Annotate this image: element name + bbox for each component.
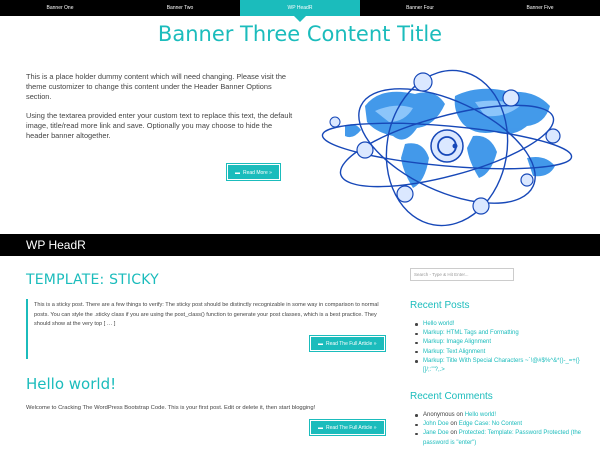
search-input[interactable]: Search - Type & Hit Enter... [410,268,514,281]
read-more-label: Read More » [243,170,272,176]
read-full-article-label: Read The Full Article » [326,341,377,347]
recent-post-link[interactable]: Markup: Image Alignment [423,339,491,345]
recent-posts-list: Hello world! Markup: HTML Tags and Forma… [414,320,590,375]
recent-posts-heading: Recent Posts [410,300,470,311]
read-more-button[interactable]: ▬ Read More » [227,164,280,180]
comment-post-link[interactable]: Edge Case: No Content [459,421,522,427]
tab-banner-two[interactable]: Banner Two [120,0,240,16]
folder-icon: ▬ [235,170,240,176]
read-full-article-button[interactable]: ▬ Read The Full Article » [310,420,385,435]
world-network-image [321,69,573,227]
recent-post-link[interactable]: Markup: Text Alignment [423,349,485,355]
tab-banner-one[interactable]: Banner One [0,0,120,16]
list-item: Anonymous on Hello world! [414,411,590,420]
recent-comments-list: Anonymous on Hello world! John Doe on Ed… [414,411,590,448]
comment-on: on [450,430,458,437]
site-title[interactable]: WP HeadR [0,234,600,256]
banner-text: This is a place holder dummy content whi… [26,72,296,150]
post-excerpt: Welcome to Cracking The WordPress Bootst… [26,405,316,411]
tab-wp-headr[interactable]: WP HeadR [240,0,360,22]
recent-post-link[interactable]: Hello world! [423,321,454,327]
recent-post-link[interactable]: Markup: Title With Special Characters ~`… [423,358,580,373]
list-item: John Doe on Edge Case: No Content [414,420,590,429]
post-title-hello-world[interactable]: Hello world! [26,375,116,393]
comment-author-link[interactable]: John Doe [423,421,449,427]
list-item: Markup: Title With Special Characters ~`… [414,357,590,375]
tab-banner-four[interactable]: Banner Four [360,0,480,16]
read-full-article-label: Read The Full Article » [326,425,377,431]
list-item: Markup: Text Alignment [414,348,590,357]
list-item: Jane Doe on Protected: Template: Passwor… [414,429,590,447]
comment-author: Anonymous [423,412,455,418]
post-title-sticky[interactable]: TEMPLATE: STICKY [26,272,159,288]
comment-author-link[interactable]: Jane Doe [423,430,449,436]
comment-post-link[interactable]: Hello world! [465,412,496,418]
comment-on: on [456,412,464,418]
recent-comments-heading: Recent Comments [410,391,493,402]
tab-banner-five[interactable]: Banner Five [480,0,600,16]
banner-title: Banner Three Content Title [157,22,443,46]
banner-paragraph-2: Using the textarea provided enter your c… [26,111,293,140]
folder-icon: ▬ [318,341,323,347]
comment-on: on [450,421,458,428]
list-item: Markup: HTML Tags and Formatting [414,329,590,338]
read-full-article-button[interactable]: ▬ Read The Full Article » [310,336,385,351]
list-item: Hello world! [414,320,590,329]
banner-tabs: Banner One Banner Two WP HeadR Banner Fo… [0,0,600,22]
recent-post-link[interactable]: Markup: HTML Tags and Formatting [423,330,519,336]
list-item: Markup: Image Alignment [414,338,590,347]
folder-icon: ▬ [318,425,323,431]
banner-paragraph-1: This is a place holder dummy content whi… [26,72,287,101]
